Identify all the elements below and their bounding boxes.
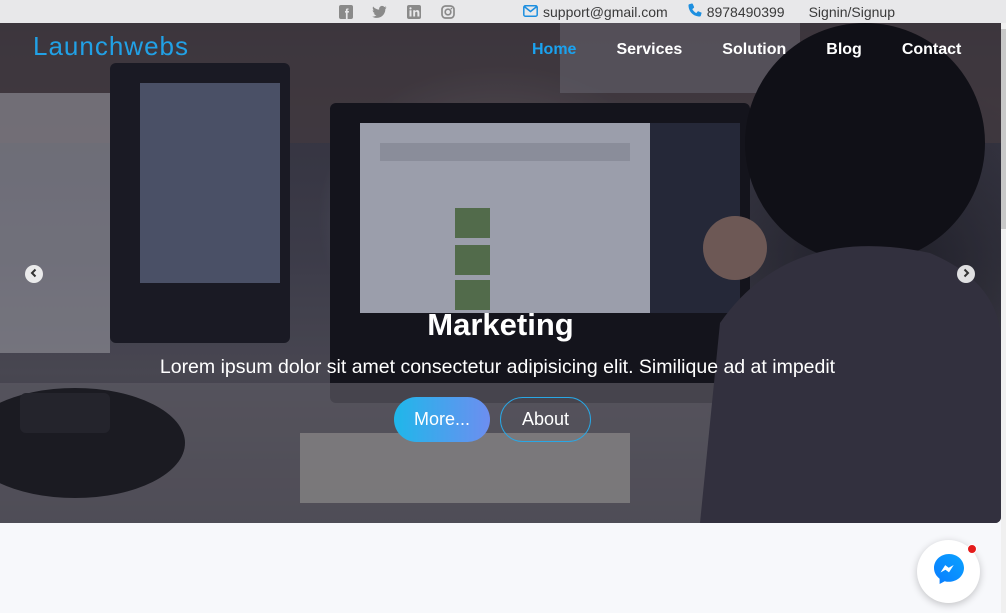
nav-solution[interactable]: Solution bbox=[722, 41, 786, 59]
nav-contact[interactable]: Contact bbox=[902, 41, 962, 59]
hero-title: Marketing bbox=[427, 307, 574, 342]
more-button[interactable]: More... bbox=[394, 397, 490, 442]
messenger-icon bbox=[932, 552, 966, 591]
page-scrollbar[interactable] bbox=[1001, 23, 1006, 613]
top-bar: support@gmail.com 8978490399 Signin/Sign… bbox=[0, 0, 1006, 23]
notification-dot bbox=[967, 544, 977, 554]
about-button[interactable]: About bbox=[500, 397, 591, 442]
chevron-right-icon bbox=[961, 265, 971, 283]
email-link[interactable]: support@gmail.com bbox=[523, 4, 668, 20]
scrollbar-thumb[interactable] bbox=[1001, 29, 1006, 229]
hero-overlay bbox=[0, 23, 1001, 523]
carousel-next-button[interactable] bbox=[957, 265, 975, 283]
brand-logo[interactable]: Launchwebs bbox=[33, 31, 189, 62]
contact-info: support@gmail.com 8978490399 Signin/Sign… bbox=[523, 3, 895, 20]
signin-signup-link[interactable]: Signin/Signup bbox=[809, 4, 895, 20]
carousel-prev-button[interactable] bbox=[25, 265, 43, 283]
envelope-icon bbox=[523, 4, 538, 20]
nav-home[interactable]: Home bbox=[532, 41, 576, 59]
phone-link[interactable]: 8978490399 bbox=[688, 3, 785, 20]
hero-description: Lorem ipsum dolor sit amet consectetur a… bbox=[159, 356, 836, 378]
twitter-icon[interactable] bbox=[372, 4, 387, 19]
email-text: support@gmail.com bbox=[543, 3, 668, 20]
facebook-icon[interactable] bbox=[338, 4, 353, 19]
hero-carousel: Launchwebs Home Services Solution Blog C… bbox=[0, 23, 1001, 523]
main-nav: Home Services Solution Blog Contact bbox=[532, 41, 961, 59]
nav-blog[interactable]: Blog bbox=[826, 41, 862, 59]
chevron-left-icon bbox=[29, 265, 39, 283]
phone-icon bbox=[688, 3, 702, 20]
nav-services[interactable]: Services bbox=[616, 41, 682, 59]
phone-text: 8978490399 bbox=[706, 3, 785, 20]
instagram-icon[interactable] bbox=[440, 4, 455, 19]
social-links bbox=[338, 4, 455, 19]
linkedin-icon[interactable] bbox=[406, 4, 421, 19]
